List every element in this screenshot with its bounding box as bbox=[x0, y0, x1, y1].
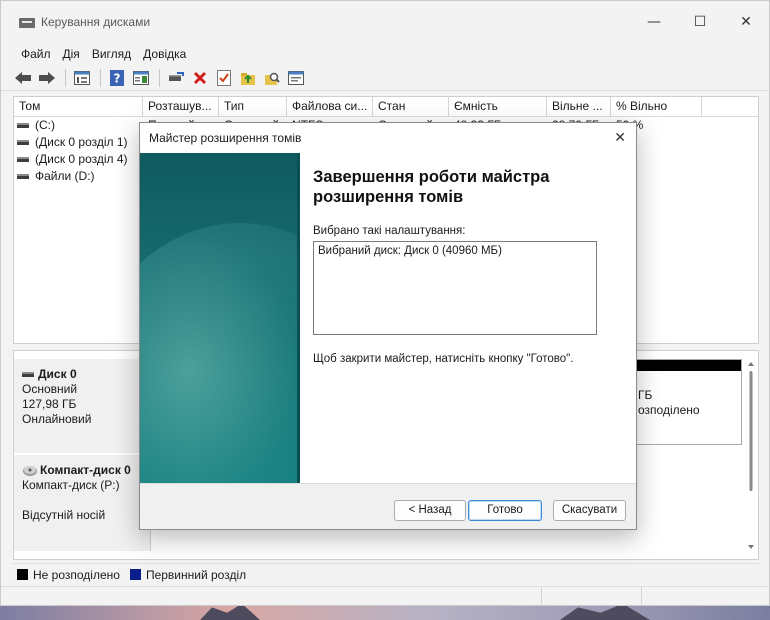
dialog-title: Майстер розширення томів bbox=[149, 131, 302, 145]
disk-type: Основний bbox=[22, 382, 78, 396]
wizard-page: Завершення роботи майстра розширення том… bbox=[140, 153, 636, 483]
disk-size: 127,98 ГБ bbox=[22, 397, 77, 411]
toolbar-separator bbox=[159, 68, 160, 87]
column-header-capacity[interactable]: Ємність bbox=[449, 97, 547, 116]
help-icon[interactable]: ? bbox=[107, 68, 127, 88]
legend-item: Не розподілено bbox=[17, 568, 120, 582]
menu-file[interactable]: Файл bbox=[15, 47, 57, 61]
drive-icon bbox=[17, 157, 29, 163]
check-icon[interactable] bbox=[214, 68, 234, 88]
delete-icon[interactable] bbox=[190, 68, 210, 88]
legend-swatch-unallocated bbox=[17, 569, 28, 580]
disk-management-icon bbox=[19, 15, 35, 29]
volume-name: (Диск 0 розділ 4) bbox=[35, 152, 128, 166]
maximize-button[interactable]: ☐ bbox=[677, 1, 723, 43]
wizard-side-image bbox=[140, 153, 300, 483]
close-button[interactable]: ✕ bbox=[723, 1, 769, 43]
column-header-filesystem[interactable]: Файлова си... bbox=[287, 97, 373, 116]
volume-name: (Диск 0 розділ 1) bbox=[35, 135, 128, 149]
status-cell bbox=[541, 587, 641, 606]
cdrom-state: Відсутній носій bbox=[22, 508, 106, 522]
settings-panel-icon[interactable] bbox=[286, 68, 306, 88]
selected-settings-label: Вибрано такі налаштування: bbox=[313, 225, 466, 237]
dialog-close-button[interactable]: ✕ bbox=[614, 130, 626, 146]
dialog-footer: < Назад Готово Скасувати bbox=[140, 483, 636, 529]
drive-icon bbox=[17, 123, 29, 129]
menu-action[interactable]: Дія bbox=[57, 47, 86, 61]
unallocated-bar bbox=[635, 360, 741, 371]
partition-size: ГБ bbox=[638, 388, 653, 402]
cdrom-icon bbox=[23, 465, 37, 476]
window-title: Керування дисками bbox=[41, 15, 151, 29]
partition-status: озподілено bbox=[638, 403, 700, 417]
column-header-status[interactable]: Стан bbox=[373, 97, 449, 116]
wizard-heading: Завершення роботи майстра розширення том… bbox=[313, 168, 550, 206]
toolbar-separator bbox=[100, 68, 101, 87]
status-bar bbox=[1, 586, 769, 606]
volume-name: (C:) bbox=[35, 118, 55, 132]
search-folder-icon[interactable] bbox=[262, 68, 282, 88]
legend-swatch-primary bbox=[129, 569, 141, 580]
title-bar: Керування дисками — ☐ ✕ bbox=[1, 1, 769, 43]
connect-disk-icon[interactable] bbox=[166, 68, 186, 88]
cdrom-0-label[interactable]: Компакт-диск 0 Компакт-диск (P:) Відсутн… bbox=[14, 455, 151, 551]
disk-state: Онлайновий bbox=[22, 412, 92, 426]
finish-button[interactable]: Готово bbox=[468, 500, 542, 521]
svg-text:?: ? bbox=[114, 71, 121, 85]
vertical-scrollbar[interactable] bbox=[746, 359, 756, 554]
finish-hint: Щоб закрити майстер, натисніть кнопку "Г… bbox=[313, 353, 574, 365]
cancel-button[interactable]: Скасувати bbox=[553, 500, 626, 521]
column-header-percent-free[interactable]: % Вільно bbox=[611, 97, 702, 116]
disk-0-label[interactable]: Диск 0 Основний 127,98 ГБ Онлайновий bbox=[14, 359, 151, 453]
drive-icon bbox=[22, 372, 34, 377]
toolbar-separator bbox=[65, 68, 66, 87]
disk-title: Диск 0 bbox=[38, 367, 77, 381]
back-button[interactable]: < Назад bbox=[394, 500, 466, 521]
properties-icon[interactable] bbox=[131, 68, 151, 88]
selected-settings-text: Вибраний диск: Диск 0 (40960 МБ) bbox=[318, 245, 502, 257]
status-cell bbox=[641, 587, 769, 606]
minimize-button[interactable]: — bbox=[631, 1, 677, 43]
column-header-volume[interactable]: Том bbox=[14, 97, 143, 116]
legend-bar: Не розподілено Первинний розділ bbox=[13, 563, 759, 585]
extend-volume-wizard-dialog: Майстер розширення томів ✕ Завершення ро… bbox=[139, 122, 637, 530]
toolbar: ? bbox=[1, 65, 769, 91]
column-header-free[interactable]: Вільне ... bbox=[547, 97, 611, 116]
menu-bar: Файл Дія Вигляд Довідка bbox=[1, 43, 769, 65]
legend-label: Первинний розділ bbox=[145, 567, 247, 582]
column-header-type[interactable]: Тип bbox=[219, 97, 287, 116]
unallocated-partition[interactable]: ГБ озподілено bbox=[634, 359, 742, 445]
column-header-layout[interactable]: Розташув... bbox=[143, 97, 219, 116]
dialog-title-bar: Майстер розширення томів ✕ bbox=[140, 123, 636, 153]
console-tree-icon[interactable] bbox=[72, 68, 92, 88]
drive-icon bbox=[17, 140, 29, 146]
legend-item: Первинний розділ bbox=[129, 567, 247, 582]
selected-settings-box[interactable]: Вибраний диск: Диск 0 (40960 МБ) bbox=[313, 241, 597, 335]
back-arrow-icon[interactable] bbox=[13, 68, 33, 88]
drive-icon bbox=[17, 174, 29, 180]
forward-arrow-icon[interactable] bbox=[37, 68, 57, 88]
folder-up-icon[interactable] bbox=[238, 68, 258, 88]
cdrom-type: Компакт-диск (P:) bbox=[22, 478, 120, 492]
menu-view[interactable]: Вигляд bbox=[86, 47, 137, 61]
menu-help[interactable]: Довідка bbox=[137, 47, 192, 61]
volume-list-header: Том Розташув... Тип Файлова си... Стан Є… bbox=[14, 97, 758, 117]
cdrom-title: Компакт-диск 0 bbox=[40, 463, 131, 477]
legend-label: Не розподілено bbox=[33, 567, 120, 582]
volume-name: Файли (D:) bbox=[35, 169, 95, 183]
